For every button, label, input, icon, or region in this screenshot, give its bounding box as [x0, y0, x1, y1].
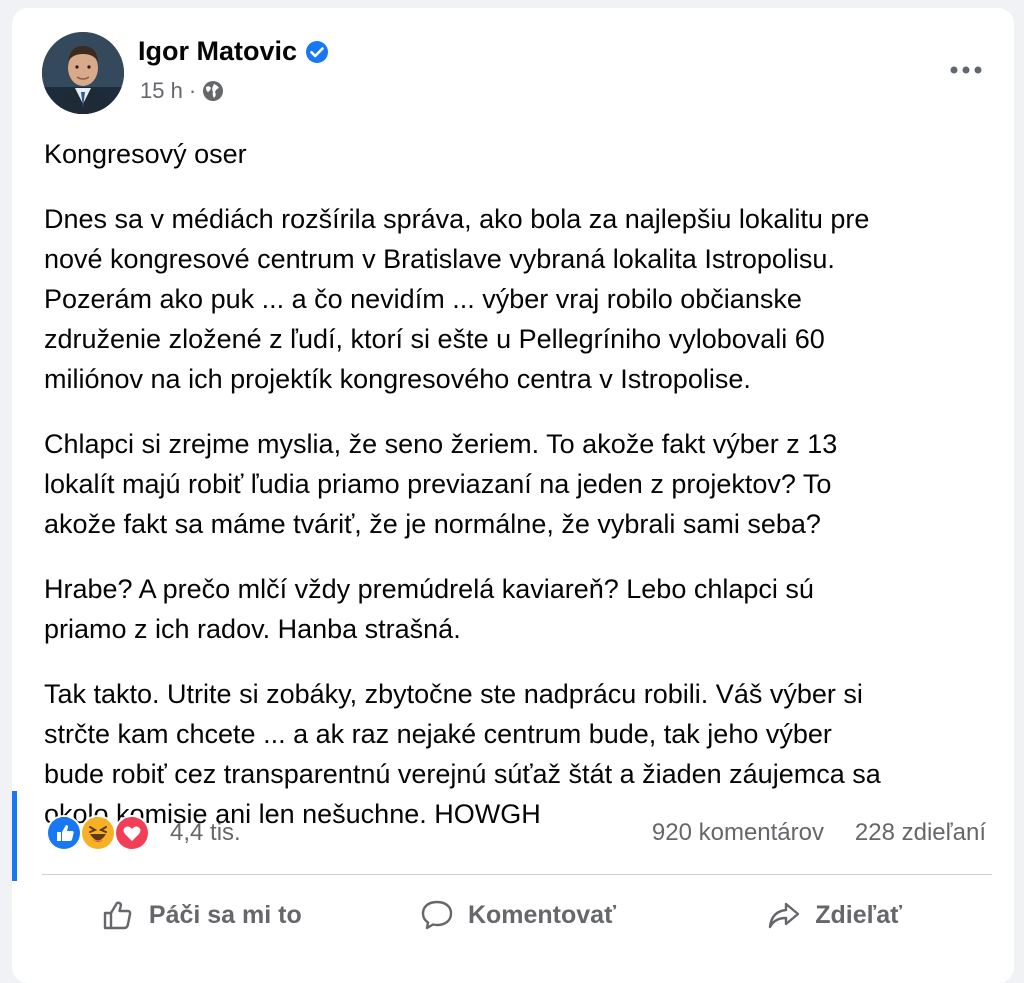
- comment-bubble-icon: [418, 896, 456, 934]
- post-paragraph: Tak takto. Utrite si zobáky, zbytočne st…: [44, 679, 881, 829]
- like-label: Páči sa mi to: [148, 900, 302, 929]
- post-title: Kongresový oser: [44, 139, 247, 169]
- reaction-icons[interactable]: [46, 815, 150, 851]
- like-button[interactable]: Páči sa mi to: [42, 884, 359, 946]
- shares-count[interactable]: 228 zdieľaní: [855, 819, 986, 847]
- post-paragraph: Chlapci si zrejme myslia, že seno žeriem…: [44, 429, 838, 539]
- comments-count[interactable]: 920 komentárov: [652, 819, 824, 847]
- share-label: Zdieľať: [815, 900, 903, 929]
- comment-button[interactable]: Komentovať: [359, 884, 676, 946]
- share-arrow-icon: [765, 896, 803, 934]
- like-icon: [46, 815, 82, 851]
- verified-badge-icon: [305, 40, 329, 64]
- love-icon: [114, 815, 150, 851]
- post-card: Igor Matovic 15 h · Kongresový oser Dnes…: [12, 8, 1014, 983]
- meta-separator: ·: [188, 78, 197, 103]
- post-time[interactable]: 15 h: [140, 78, 183, 104]
- more-options-button[interactable]: [942, 50, 990, 90]
- post-actions: Páči sa mi to Komentovať Zdieľať: [42, 884, 992, 946]
- globe-icon: [202, 80, 224, 102]
- focus-accent-bar: [12, 791, 17, 881]
- avatar[interactable]: [42, 32, 124, 114]
- reaction-count[interactable]: 4,4 tis.: [170, 819, 241, 847]
- author-name[interactable]: Igor Matovic: [138, 36, 297, 67]
- thumbs-up-icon: [99, 896, 137, 934]
- haha-icon: [80, 815, 116, 851]
- more-dots-icon: [950, 66, 982, 74]
- share-button[interactable]: Zdieľať: [675, 884, 992, 946]
- post-paragraph: Dnes sa v médiách rozšírila správa, ako …: [44, 204, 870, 394]
- divider: [42, 874, 992, 875]
- comment-label: Komentovať: [467, 900, 617, 929]
- post-body: Kongresový oser Dnes sa v médiách rozšír…: [44, 134, 994, 859]
- post-paragraph: Hrabe? A prečo mlčí vždy premúdrelá kavi…: [44, 574, 814, 644]
- reactions-summary: 4,4 tis. 920 komentárov 228 zdieľaní: [46, 813, 986, 853]
